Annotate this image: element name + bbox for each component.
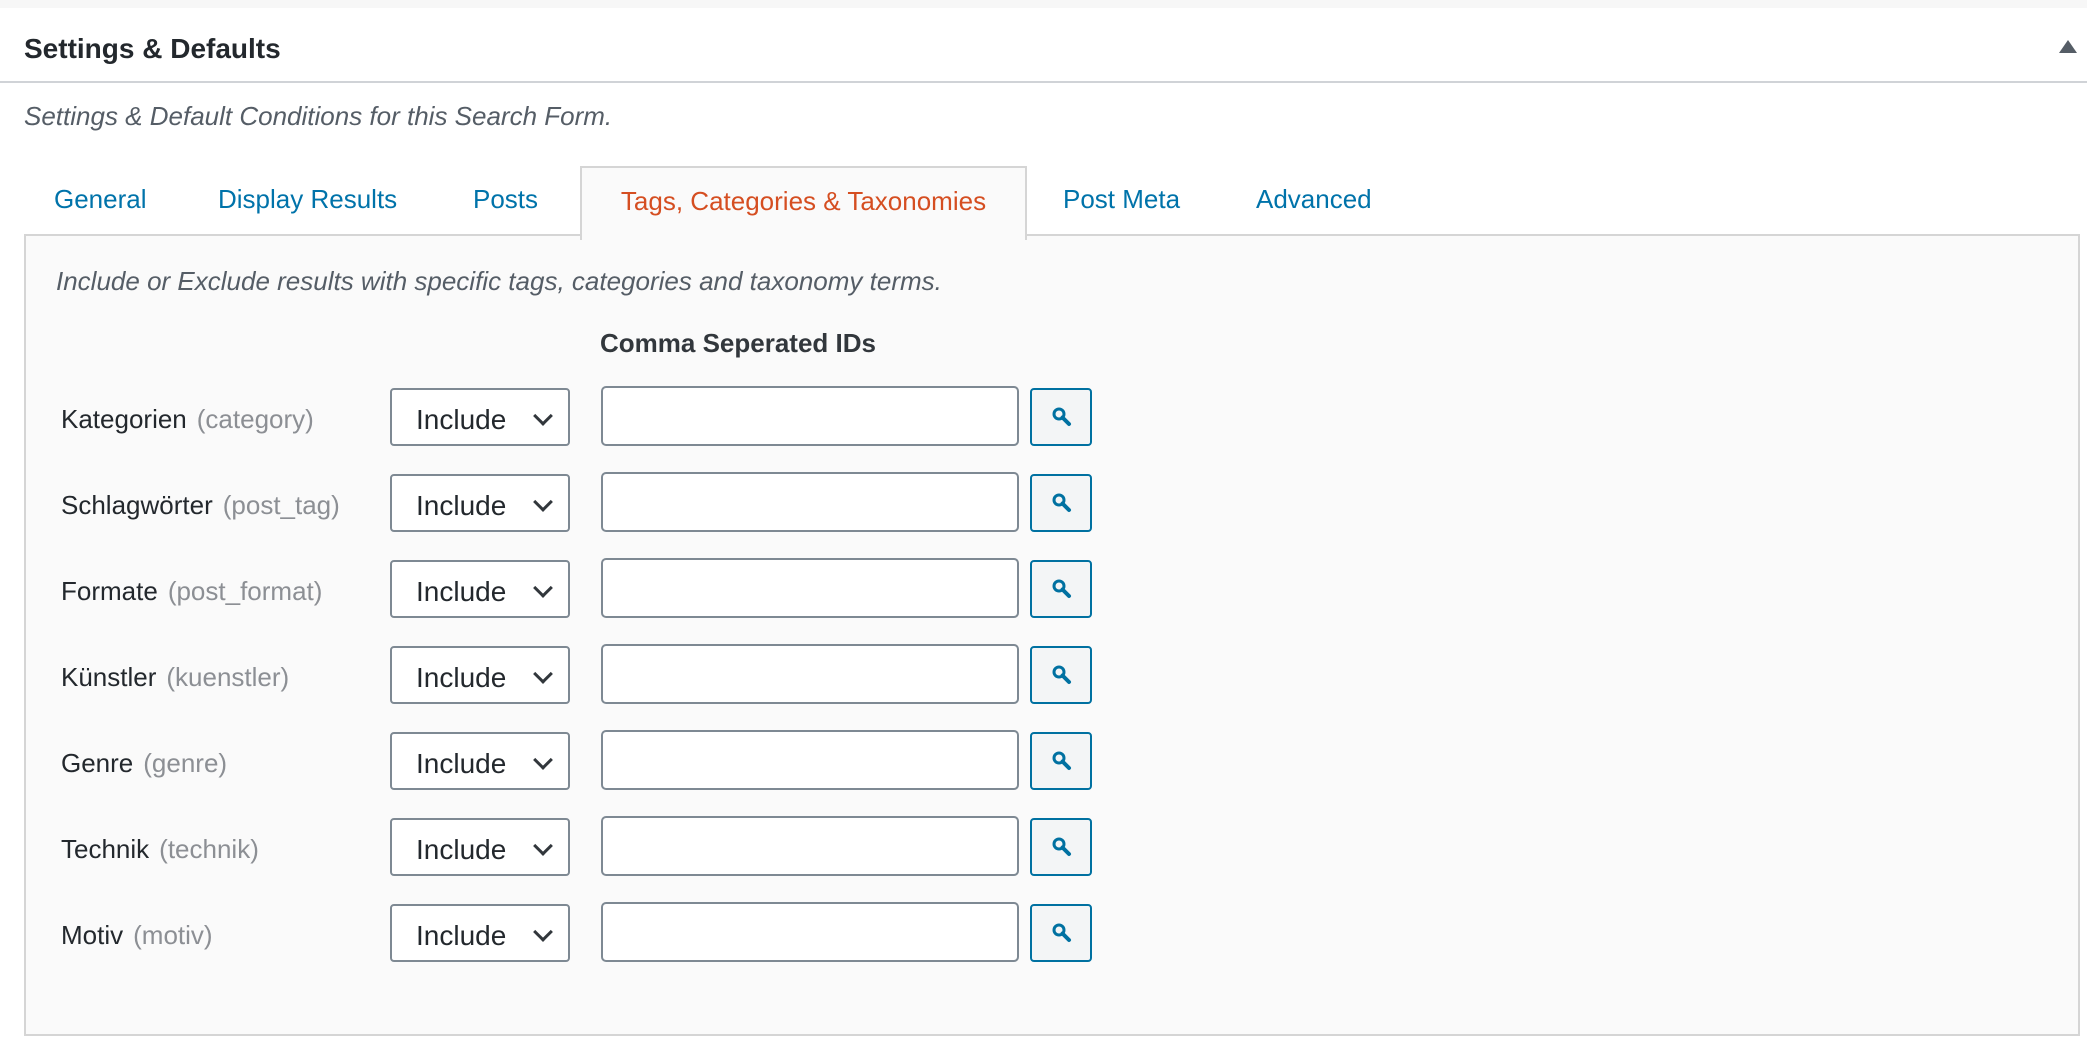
search-terms-button[interactable] bbox=[1030, 474, 1092, 532]
taxonomy-label: Motiv (motiv) bbox=[61, 920, 213, 951]
chevron-down-icon bbox=[533, 836, 553, 856]
include-exclude-select[interactable]: Include bbox=[390, 732, 570, 790]
taxonomy-slug: (post_tag) bbox=[222, 490, 340, 520]
ids-input[interactable] bbox=[601, 644, 1019, 704]
search-terms-button[interactable] bbox=[1030, 818, 1092, 876]
chevron-down-icon bbox=[533, 406, 553, 426]
taxonomy-label: Formate (post_format) bbox=[61, 576, 322, 607]
tab-post-meta[interactable]: Post Meta bbox=[1063, 166, 1180, 236]
panel-description: Settings & Default Conditions for this S… bbox=[24, 101, 613, 131]
chevron-down-icon bbox=[533, 922, 553, 942]
ids-input[interactable] bbox=[601, 902, 1019, 962]
taxonomy-name: Künstler bbox=[61, 662, 157, 692]
taxonomy-slug: (category) bbox=[196, 404, 314, 434]
select-value: Include bbox=[416, 920, 507, 951]
select-value: Include bbox=[416, 748, 507, 779]
search-terms-button[interactable] bbox=[1030, 388, 1092, 446]
triangle-up-icon[interactable] bbox=[2059, 40, 2077, 53]
select-value: Include bbox=[416, 404, 507, 435]
taxonomy-slug: (genre) bbox=[143, 748, 228, 778]
include-exclude-select[interactable]: Include bbox=[390, 388, 570, 446]
ids-input[interactable] bbox=[601, 816, 1019, 876]
taxonomy-name: Schlagwörter bbox=[61, 490, 213, 520]
tab-general[interactable]: General bbox=[54, 166, 147, 236]
search-icon bbox=[1052, 751, 1071, 770]
panel-title: Settings & Defaults bbox=[24, 33, 281, 64]
panel-header[interactable]: Settings & Defaults bbox=[0, 8, 2087, 83]
search-icon bbox=[1052, 407, 1071, 426]
tab-display-results[interactable]: Display Results bbox=[218, 166, 397, 236]
include-exclude-select[interactable]: Include bbox=[390, 904, 570, 962]
select-value: Include bbox=[416, 490, 507, 521]
taxonomy-name: Genre bbox=[61, 748, 134, 778]
taxonomy-row: Künstler (kuenstler) Include bbox=[26, 644, 1126, 708]
taxonomy-slug: (motiv) bbox=[133, 920, 213, 950]
tab-advanced[interactable]: Advanced bbox=[1256, 166, 1372, 236]
taxonomy-row: Genre (genre) Include bbox=[26, 730, 1126, 794]
taxonomy-slug: (technik) bbox=[159, 834, 259, 864]
taxonomy-row: Formate (post_format) Include bbox=[26, 558, 1126, 622]
taxonomy-slug: (kuenstler) bbox=[166, 662, 290, 692]
taxonomy-name: Technik bbox=[61, 834, 150, 864]
ids-input[interactable] bbox=[601, 730, 1019, 790]
ids-column-header: Comma Seperated IDs bbox=[600, 328, 876, 358]
search-terms-button[interactable] bbox=[1030, 560, 1092, 618]
search-terms-button[interactable] bbox=[1030, 646, 1092, 704]
ids-input[interactable] bbox=[601, 558, 1019, 618]
ids-input[interactable] bbox=[601, 386, 1019, 446]
chevron-down-icon bbox=[533, 664, 553, 684]
taxonomy-label: Kategorien (category) bbox=[61, 404, 314, 435]
taxonomy-row: Technik (technik) Include bbox=[26, 816, 1126, 880]
include-exclude-select[interactable]: Include bbox=[390, 646, 570, 704]
search-icon bbox=[1052, 665, 1071, 684]
chevron-down-icon bbox=[533, 750, 553, 770]
taxonomy-name: Motiv bbox=[61, 920, 124, 950]
taxonomy-row: Schlagwörter (post_tag) Include bbox=[26, 472, 1126, 536]
search-icon bbox=[1052, 923, 1071, 942]
taxonomy-name: Kategorien bbox=[61, 404, 187, 434]
taxonomy-name: Formate bbox=[61, 576, 158, 606]
search-icon bbox=[1052, 837, 1071, 856]
include-exclude-select[interactable]: Include bbox=[390, 560, 570, 618]
select-value: Include bbox=[416, 834, 507, 865]
tab-panel-taxonomies: Include or Exclude results with specific… bbox=[24, 234, 2080, 1036]
select-value: Include bbox=[416, 662, 507, 693]
taxonomies-description: Include or Exclude results with specific… bbox=[56, 266, 942, 296]
tab-posts[interactable]: Posts bbox=[473, 166, 538, 236]
taxonomy-label: Technik (technik) bbox=[61, 834, 259, 865]
taxonomy-label: Schlagwörter (post_tag) bbox=[61, 490, 340, 521]
chevron-down-icon bbox=[533, 578, 553, 598]
taxonomy-row: Motiv (motiv) Include bbox=[26, 902, 1126, 966]
taxonomy-slug: (post_format) bbox=[167, 576, 323, 606]
search-icon bbox=[1052, 579, 1071, 598]
select-value: Include bbox=[416, 576, 507, 607]
chevron-down-icon bbox=[533, 492, 553, 512]
include-exclude-select[interactable]: Include bbox=[390, 818, 570, 876]
search-terms-button[interactable] bbox=[1030, 904, 1092, 962]
taxonomy-row: Kategorien (category) Include bbox=[26, 386, 1126, 450]
taxonomy-label: Künstler (kuenstler) bbox=[61, 662, 289, 693]
taxonomy-label: Genre (genre) bbox=[61, 748, 227, 779]
search-icon bbox=[1052, 493, 1071, 512]
include-exclude-select[interactable]: Include bbox=[390, 474, 570, 532]
search-terms-button[interactable] bbox=[1030, 732, 1092, 790]
ids-input[interactable] bbox=[601, 472, 1019, 532]
tab-tags-categories-taxonomies[interactable]: Tags, Categories & Taxonomies bbox=[580, 166, 1027, 240]
